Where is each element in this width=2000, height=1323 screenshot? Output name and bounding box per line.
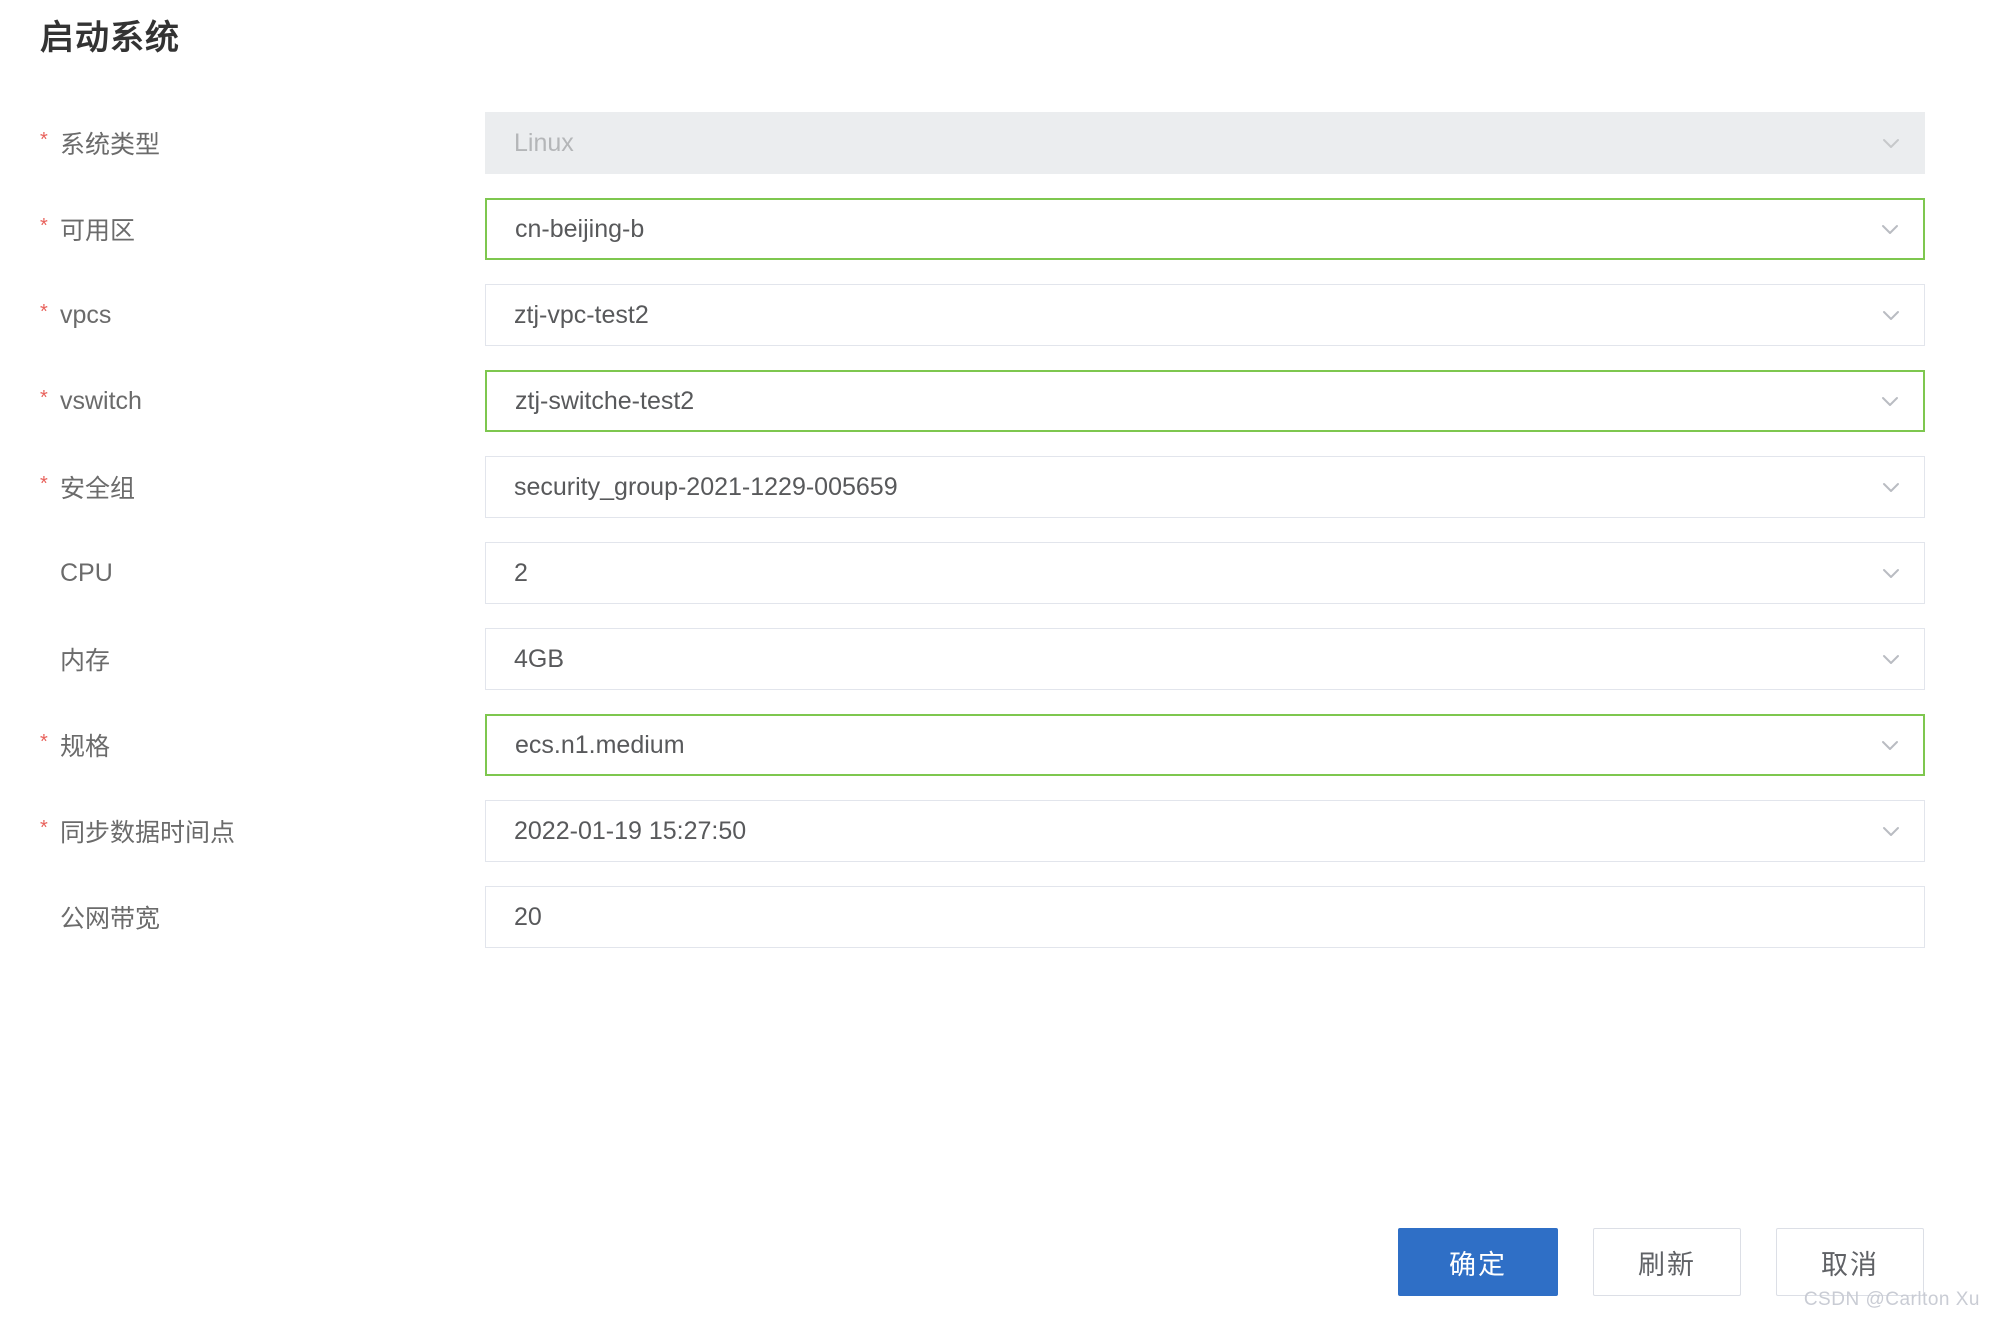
field-value-sync-data-time: 2022-01-19 15:27:50: [514, 816, 747, 845]
select-sync-data-time[interactable]: 2022-01-19 15:27:50: [485, 800, 1925, 862]
select-memory[interactable]: 4GB: [485, 628, 1925, 690]
chevron-down-icon[interactable]: [1876, 644, 1906, 674]
field-value-instance-type: ecs.n1.medium: [515, 730, 685, 759]
field-label-cell-system-type: * 系统类型: [0, 112, 460, 174]
page-title: 启动系统: [40, 19, 180, 57]
form-row-security-group: * 安全组 security_group-2021-1229-005659: [0, 456, 2000, 542]
select-vpcs[interactable]: ztj-vpc-test2: [485, 284, 1925, 346]
chevron-down-icon[interactable]: [1876, 816, 1906, 846]
required-asterisk: *: [40, 817, 48, 839]
select-vswitch[interactable]: ztj-switche-test2: [485, 370, 1925, 432]
field-label-availability-zone: 可用区: [60, 217, 136, 245]
required-asterisk: *: [40, 215, 48, 237]
chevron-down-icon[interactable]: [1876, 558, 1906, 588]
chevron-down-icon[interactable]: [1875, 386, 1905, 416]
watermark: CSDN @Carlton Xu: [1803, 1289, 1980, 1310]
field-label-sync-data-time: 同步数据时间点: [60, 819, 236, 847]
required-asterisk: *: [40, 129, 48, 151]
required-asterisk: *: [40, 301, 48, 323]
field-label-instance-type: 规格: [60, 733, 111, 761]
field-label-cell-public-bandwidth: *公网带宽: [0, 886, 460, 948]
form-row-vswitch: * vswitch ztj-switche-test2: [0, 370, 2000, 456]
required-asterisk: *: [40, 387, 48, 409]
field-label-vswitch: vswitch: [60, 386, 142, 415]
field-label-public-bandwidth: 公网带宽: [60, 905, 161, 933]
form-row-memory: *内存 4GB: [0, 628, 2000, 714]
launch-system-page: 启动系统 * 系统类型 Linux * 可用区 cn-beijing-b * vpcs ztj-…: [0, 0, 2000, 1323]
form-row-availability-zone: * 可用区 cn-beijing-b: [0, 198, 2000, 284]
chevron-down-icon[interactable]: [1875, 730, 1905, 760]
field-value-cpu: 2: [514, 558, 528, 587]
chevron-down-icon[interactable]: [1876, 300, 1906, 330]
refresh-button[interactable]: 刷新: [1593, 1228, 1741, 1296]
select-instance-type[interactable]: ecs.n1.medium: [485, 714, 1925, 776]
field-label-cell-sync-data-time: * 同步数据时间点: [0, 800, 460, 862]
select-system-type: Linux: [485, 112, 1925, 174]
input-public-bandwidth[interactable]: 20: [485, 886, 1925, 948]
form-row-public-bandwidth: *公网带宽 20: [0, 886, 2000, 972]
field-label-cpu: CPU: [60, 558, 113, 587]
field-label-memory: 内存: [60, 647, 111, 675]
field-value-public-bandwidth: 20: [514, 902, 542, 931]
chevron-down-icon[interactable]: [1876, 472, 1906, 502]
field-label-cell-vpcs: * vpcs: [0, 284, 460, 346]
field-label-system-type: 系统类型: [60, 131, 161, 159]
field-label-security-group: 安全组: [60, 475, 136, 503]
cancel-button[interactable]: 取消: [1776, 1228, 1924, 1296]
field-label-cell-cpu: *CPU: [0, 542, 460, 604]
launch-system-form: * 系统类型 Linux * 可用区 cn-beijing-b * vpcs ztj-vpc-t…: [0, 112, 2000, 972]
field-value-vpcs: ztj-vpc-test2: [514, 300, 649, 329]
chevron-down-icon: [1876, 128, 1906, 158]
field-value-security-group: security_group-2021-1229-005659: [514, 472, 898, 501]
confirm-button[interactable]: 确定: [1398, 1228, 1558, 1296]
select-availability-zone[interactable]: cn-beijing-b: [485, 198, 1925, 260]
field-value-memory: 4GB: [514, 644, 565, 673]
select-security-group[interactable]: security_group-2021-1229-005659: [485, 456, 1925, 518]
field-label-cell-availability-zone: * 可用区: [0, 198, 460, 260]
select-cpu[interactable]: 2: [485, 542, 1925, 604]
field-label-cell-security-group: * 安全组: [0, 456, 460, 518]
field-label-cell-vswitch: * vswitch: [0, 370, 460, 432]
field-label-cell-instance-type: * 规格: [0, 714, 460, 776]
form-row-vpcs: * vpcs ztj-vpc-test2: [0, 284, 2000, 370]
form-row-system-type: * 系统类型 Linux: [0, 112, 2000, 198]
field-value-vswitch: ztj-switche-test2: [515, 386, 695, 415]
form-row-sync-data-time: * 同步数据时间点 2022-01-19 15:27:50: [0, 800, 2000, 886]
required-asterisk: *: [40, 473, 48, 495]
field-value-availability-zone: cn-beijing-b: [515, 214, 645, 243]
form-row-instance-type: * 规格 ecs.n1.medium: [0, 714, 2000, 800]
field-value-system-type: Linux: [514, 128, 574, 157]
field-label-vpcs: vpcs: [60, 300, 112, 329]
chevron-down-icon[interactable]: [1875, 214, 1905, 244]
form-row-cpu: *CPU 2: [0, 542, 2000, 628]
required-asterisk: *: [40, 731, 48, 753]
field-label-cell-memory: *内存: [0, 628, 460, 690]
form-actions: 确定 刷新 取消: [0, 1228, 1924, 1296]
